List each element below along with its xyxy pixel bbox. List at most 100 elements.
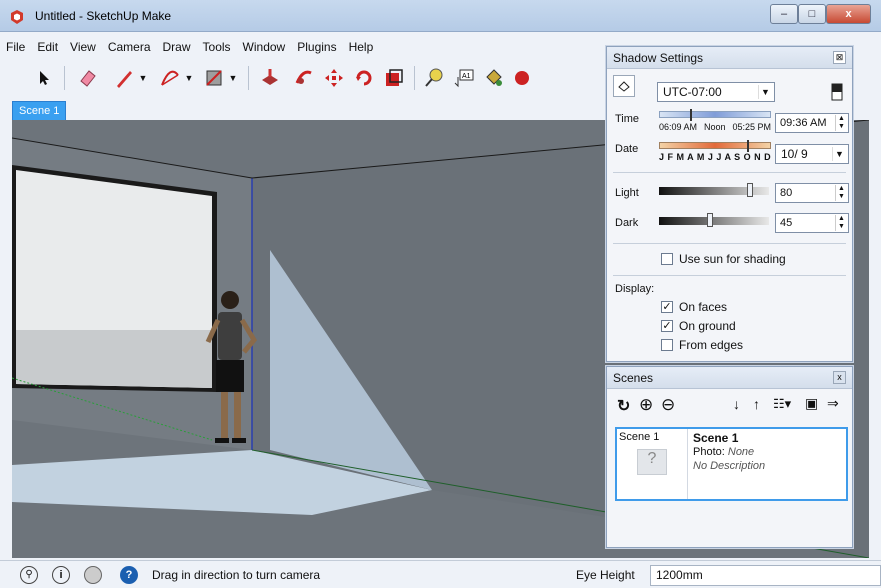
time-slider[interactable] (659, 111, 771, 118)
spinner-arrows-icon[interactable]: ▲ ▼ (835, 115, 847, 131)
remove-scene-icon[interactable]: ⊖ (661, 395, 675, 415)
line-tool[interactable] (110, 64, 138, 92)
status-bar: ⚲ i ? Drag in direction to turn camera E… (0, 560, 881, 588)
menu-camera[interactable]: Camera (102, 38, 157, 56)
menu-plugins[interactable]: Plugins (291, 38, 342, 56)
checkmark-icon: ✓ (661, 320, 673, 332)
light-value: 80 (780, 187, 793, 199)
light-slider-thumb[interactable] (747, 183, 753, 197)
update-scene-icon[interactable]: ↻ (617, 396, 630, 416)
shadow-toggle-icon (618, 81, 630, 92)
dark-value: 45 (780, 217, 793, 229)
rectangle-tool[interactable] (200, 64, 228, 92)
maximize-button[interactable]: □ (798, 4, 826, 24)
move-scene-down-icon[interactable]: ↓ (733, 396, 740, 412)
date-slider-thumb[interactable] (747, 140, 749, 152)
on-ground-checkbox[interactable]: ✓ On ground (661, 319, 736, 333)
tape-measure-tool[interactable] (420, 64, 448, 92)
dark-slider[interactable] (659, 217, 769, 225)
from-edges-checkbox[interactable]: From edges (661, 338, 743, 352)
photo-label: Photo: (693, 446, 725, 458)
move-scene-up-icon[interactable]: ↑ (753, 396, 760, 412)
shadow-panel-close-button[interactable]: ⊠ (833, 51, 846, 64)
menu-window[interactable]: Window (237, 38, 292, 56)
scale-tool[interactable] (380, 64, 408, 92)
menu-view[interactable]: View (64, 38, 102, 56)
from-edges-label: From edges (679, 338, 744, 352)
menu-draw[interactable]: Draw (157, 38, 197, 56)
dark-label: Dark (615, 217, 639, 229)
follow-me-tool[interactable] (290, 64, 318, 92)
use-sun-label: Use sun for shading (679, 252, 786, 266)
view-options-icon[interactable]: ☷▾ (773, 396, 791, 412)
dropdown-arrow-icon: ▼ (184, 73, 194, 83)
orbit-icon (515, 71, 529, 85)
minimize-button[interactable]: – (770, 4, 798, 24)
time-ticks: 06:09 AM Noon 05:25 PM (659, 122, 771, 132)
spinner-arrows-icon[interactable]: ▲ ▼ (835, 215, 847, 231)
text-label-icon: A1 (454, 69, 474, 88)
geolocation-icon[interactable]: ⚲ (20, 566, 38, 584)
divider (613, 275, 846, 276)
date-label: Date (615, 143, 639, 155)
svg-text:A1: A1 (462, 73, 471, 80)
on-faces-checkbox[interactable]: ✓ On faces (661, 300, 727, 314)
toolbar-separator (248, 66, 249, 90)
arc-tool[interactable] (156, 64, 184, 92)
dropdown-arrow-icon: ▼ (758, 85, 772, 99)
toggle-shadows-button[interactable] (613, 75, 635, 97)
show-details-icon[interactable]: ▣ (805, 395, 818, 412)
time-slider-thumb[interactable] (690, 109, 692, 121)
line-tool-dropdown[interactable]: ▼ (136, 64, 150, 92)
help-icon[interactable]: ? (120, 566, 138, 584)
dark-field[interactable]: 45 ▲ ▼ (775, 213, 849, 233)
time-tick-sunrise: 06:09 AM (659, 122, 698, 132)
menu-tools[interactable]: Tools (197, 38, 237, 56)
scene-photo: Photo: None (693, 446, 754, 458)
menu-file[interactable]: File (0, 38, 31, 56)
time-field[interactable]: 09:36 AM ▲ ▼ (775, 113, 849, 133)
expand-details-button[interactable] (829, 81, 845, 103)
close-icon: ⊠ (835, 52, 844, 62)
move-tool[interactable] (320, 64, 348, 92)
sketchup-window: Untitled - SketchUp Make – □ x File Edit… (0, 0, 881, 588)
paint-bucket-tool[interactable] (480, 64, 508, 92)
add-scene-icon[interactable]: ⊕ (639, 395, 653, 415)
dark-slider-thumb[interactable] (707, 213, 713, 227)
use-sun-checkbox[interactable]: Use sun for shading (661, 252, 786, 266)
dropdown-arrow-icon: ▼ (228, 73, 238, 83)
scene-thumbnail-label: Scene 1 (619, 431, 660, 443)
timezone-select[interactable]: UTC-07:00 ▼ (657, 82, 775, 102)
info-icon[interactable]: i (52, 566, 70, 584)
divider (613, 172, 846, 173)
rotate-tool[interactable] (350, 64, 378, 92)
text-tool[interactable]: A1 (450, 64, 478, 92)
date-field[interactable]: 10/ 9 ▼ (775, 144, 849, 164)
arrow-cursor-icon (40, 71, 49, 85)
push-pull-tool[interactable] (256, 64, 284, 92)
menu-edit[interactable]: Edit (31, 38, 64, 56)
eye-height-input[interactable]: 1200mm (650, 565, 881, 586)
date-slider[interactable] (659, 142, 771, 149)
menu-help[interactable]: Help (343, 38, 380, 56)
eraser-tool[interactable] (74, 64, 102, 92)
scene-list-item[interactable]: Scene 1 ? Scene 1 Photo: None No Descrip… (615, 427, 848, 501)
divider (613, 243, 846, 244)
scenes-panel-close-button[interactable]: x (833, 371, 846, 384)
arc-tool-dropdown[interactable]: ▼ (182, 64, 196, 92)
orbit-tool[interactable] (508, 64, 536, 92)
expand-icon[interactable]: ⇒ (827, 395, 839, 412)
rectangle-tool-dropdown[interactable]: ▼ (226, 64, 240, 92)
tab-scene-1[interactable]: Scene 1 (12, 101, 67, 122)
close-icon: x (837, 372, 842, 382)
spinner-arrows-icon[interactable]: ▲ ▼ (835, 185, 847, 201)
scenes-panel: Scenes x ↻ ⊕ ⊖ ↓ ↑ ☷▾ ▣ ⇒ Scene 1 ? Scen… (606, 366, 853, 548)
close-button[interactable]: x (826, 4, 871, 24)
rectangle-icon (206, 70, 222, 86)
select-tool[interactable] (30, 64, 58, 92)
light-field[interactable]: 80 ▲ ▼ (775, 183, 849, 203)
user-account-icon[interactable] (84, 566, 102, 584)
rotate-icon (356, 70, 372, 86)
toolbar-separator (64, 66, 65, 90)
push-pull-icon (262, 69, 278, 85)
